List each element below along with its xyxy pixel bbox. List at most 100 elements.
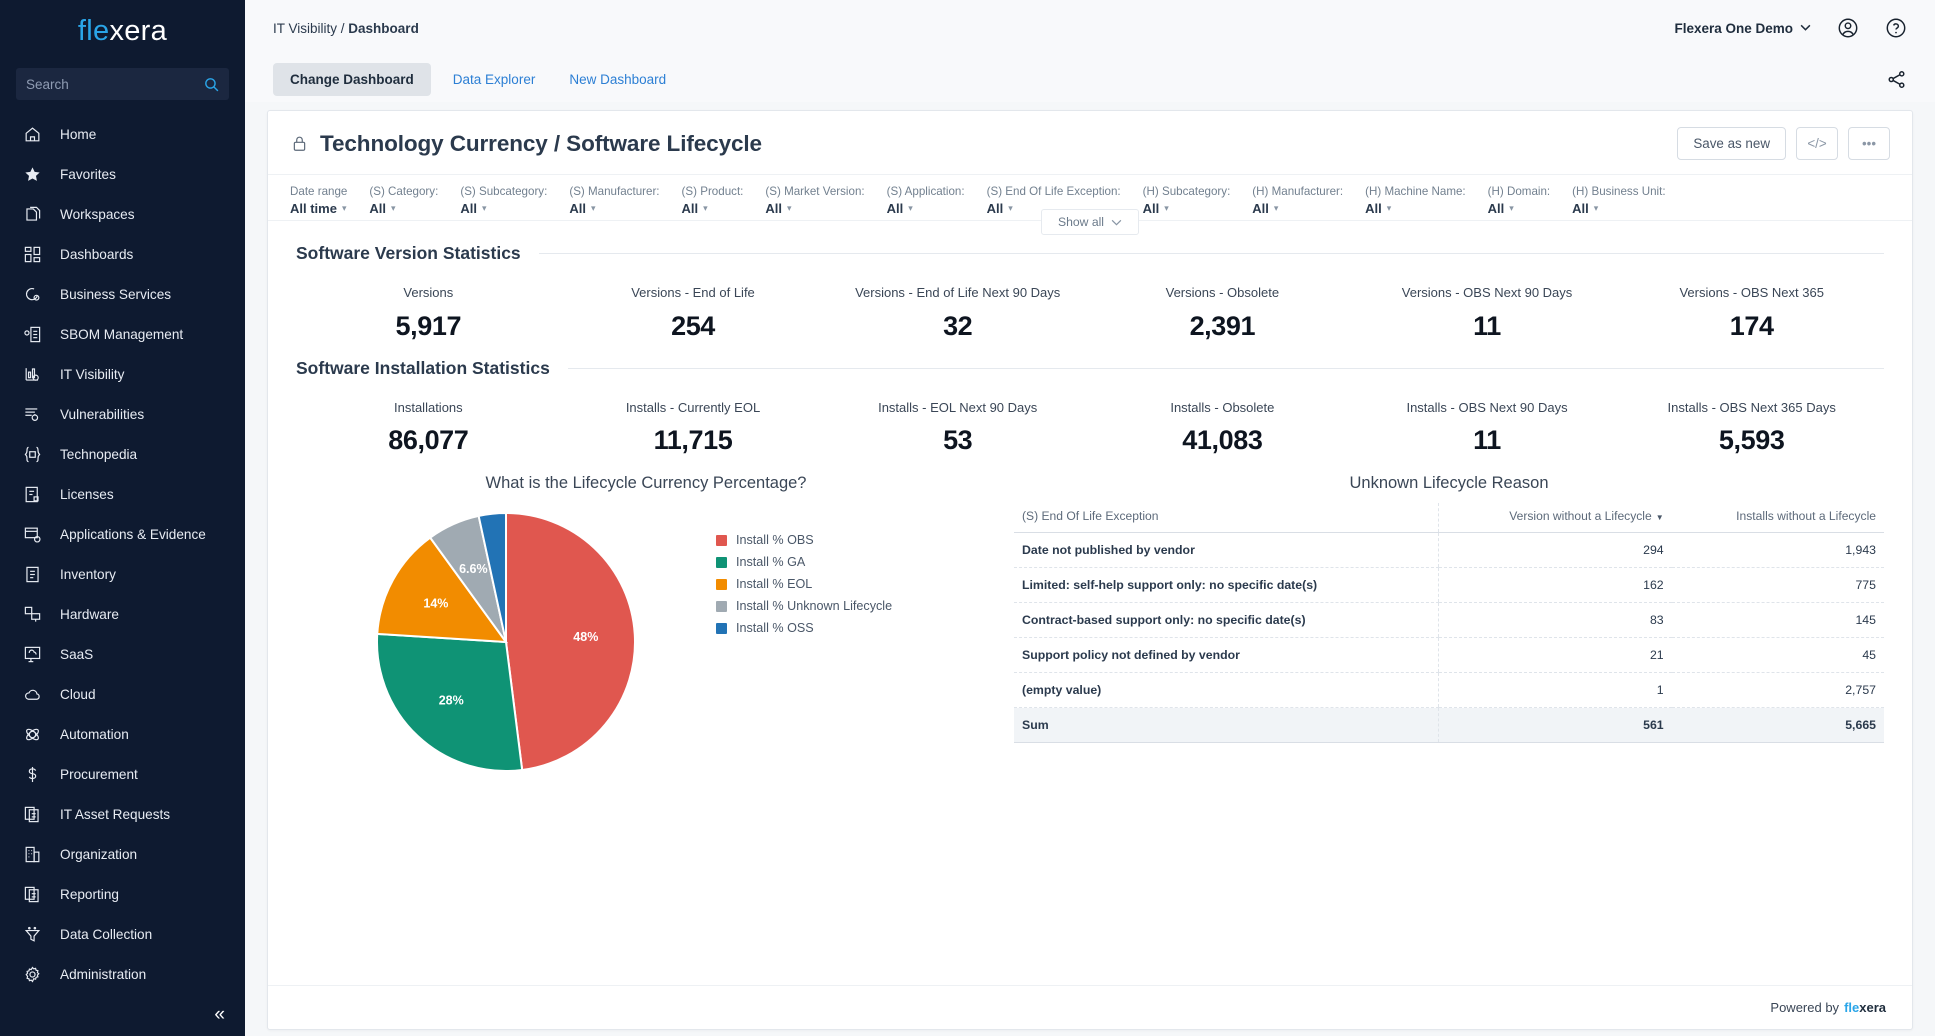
sidebar-item-sbom-management[interactable]: SBOM Management <box>0 314 245 354</box>
stat-value: 11 <box>1361 311 1614 342</box>
technopedia-icon <box>22 444 43 465</box>
stat-card[interactable]: Versions - End of Life Next 90 Days 32 <box>825 284 1090 342</box>
cell-versions-without-lifecycle: 1 <box>1439 673 1672 708</box>
sidebar-item-home[interactable]: Home <box>0 114 245 154</box>
breadcrumb-root[interactable]: IT Visibility <box>273 21 337 36</box>
save-as-new-button[interactable]: Save as new <box>1677 127 1786 160</box>
search-icon[interactable] <box>203 76 220 93</box>
user-account-icon[interactable] <box>1837 17 1859 39</box>
stat-value: 86,077 <box>302 425 555 456</box>
install-stats-row: Installations 86,077 Installs - Currentl… <box>296 399 1884 457</box>
administration-icon <box>22 964 43 985</box>
table-row[interactable]: Date not published by vendor2941,943 <box>1014 533 1884 568</box>
cell-versions-without-lifecycle: 21 <box>1439 638 1672 673</box>
sidebar-item-applications-evidence[interactable]: Applications & Evidence <box>0 514 245 554</box>
sidebar-item-favorites[interactable]: Favorites <box>0 154 245 194</box>
legend-item[interactable]: Install % OSS <box>716 621 892 635</box>
tenant-selector[interactable]: Flexera One Demo <box>1674 21 1811 36</box>
sidebar-item-it-visibility[interactable]: IT Visibility <box>0 354 245 394</box>
table-sum-row[interactable]: Sum5615,665 <box>1014 708 1884 743</box>
stat-value: 5,593 <box>1625 425 1878 456</box>
sidebar-item-workspaces[interactable]: Workspaces <box>0 194 245 234</box>
sidebar-item-label: SaaS <box>60 647 93 662</box>
stat-card[interactable]: Versions 5,917 <box>296 284 561 342</box>
pie-slice-label: 14% <box>423 597 448 611</box>
table-row[interactable]: Support policy not defined by vendor2145 <box>1014 638 1884 673</box>
pie-slice[interactable] <box>506 513 635 770</box>
pie-chart-widget: What is the Lifecycle Currency Percentag… <box>296 474 996 773</box>
sidebar-item-cloud[interactable]: Cloud <box>0 674 245 714</box>
stat-card[interactable]: Installs - OBS Next 90 Days 11 <box>1355 399 1620 457</box>
stat-card[interactable]: Versions - OBS Next 90 Days 11 <box>1355 284 1620 342</box>
stat-card[interactable]: Versions - OBS Next 365 174 <box>1619 284 1884 342</box>
legend-label: Install % Unknown Lifecycle <box>736 599 892 613</box>
pie-chart[interactable]: 48%28%14%6.6% <box>375 511 637 773</box>
legend-item[interactable]: Install % GA <box>716 555 892 569</box>
stat-card[interactable]: Installations 86,077 <box>296 399 561 457</box>
sidebar-item-inventory[interactable]: Inventory <box>0 554 245 594</box>
sidebar-item-dashboards[interactable]: Dashboards <box>0 234 245 274</box>
filter-label: (H) Manufacturer: <box>1252 185 1343 198</box>
sidebar-item-it-asset-requests[interactable]: IT Asset Requests <box>0 794 245 834</box>
show-all-button[interactable]: Show all <box>1041 209 1139 235</box>
sidebar-item-administration[interactable]: Administration <box>0 954 245 994</box>
sidebar-collapse-button[interactable]: « <box>214 1005 225 1024</box>
stat-card[interactable]: Installs - Obsolete 41,083 <box>1090 399 1355 457</box>
stat-card[interactable]: Installs - EOL Next 90 Days 53 <box>825 399 1090 457</box>
sidebar-item-reporting[interactable]: Reporting <box>0 874 245 914</box>
show-all-wrapper: Show all <box>268 209 1912 235</box>
column-header-installs[interactable]: Installs without a Lifecycle <box>1672 503 1884 533</box>
sidebar-item-data-collection[interactable]: Data Collection <box>0 914 245 954</box>
tab-change-dashboard[interactable]: Change Dashboard <box>273 63 431 96</box>
tenant-name: Flexera One Demo <box>1674 21 1793 36</box>
automation-icon <box>22 724 43 745</box>
sidebar-item-vulnerabilities[interactable]: Vulnerabilities <box>0 394 245 434</box>
tab-new-dashboard[interactable]: New Dashboard <box>557 63 678 96</box>
table-row[interactable]: Limited: self-help support only: no spec… <box>1014 568 1884 603</box>
chart-title: What is the Lifecycle Currency Percentag… <box>296 474 996 493</box>
column-header-reason[interactable]: (S) End Of Life Exception <box>1014 503 1439 533</box>
more-options-icon[interactable]: ••• <box>1848 127 1890 160</box>
stat-card[interactable]: Versions - End of Life 254 <box>561 284 826 342</box>
legend-swatch <box>716 557 727 568</box>
flexera-logo[interactable]: flexera <box>0 0 245 62</box>
sidebar-item-label: Data Collection <box>60 927 152 942</box>
legend-item[interactable]: Install % EOL <box>716 577 892 591</box>
sidebar-item-label: IT Visibility <box>60 367 124 382</box>
sidebar-item-hardware[interactable]: Hardware <box>0 594 245 634</box>
share-icon[interactable] <box>1886 69 1907 90</box>
embed-code-icon[interactable]: </> <box>1796 127 1838 160</box>
dashboard-card: Technology Currency / Software Lifecycle… <box>267 110 1913 1030</box>
table-row[interactable]: (empty value)12,757 <box>1014 673 1884 708</box>
table-row[interactable]: Contract-based support only: no specific… <box>1014 603 1884 638</box>
sidebar: flexera Home Favorites Workspaces <box>0 0 245 1036</box>
legend-item[interactable]: Install % Unknown Lifecycle <box>716 599 892 613</box>
sidebar-item-organization[interactable]: Organization <box>0 834 245 874</box>
filter-label: (S) Category: <box>369 185 438 198</box>
sidebar-item-licenses[interactable]: Licenses <box>0 474 245 514</box>
filter-label: (H) Domain: <box>1488 185 1551 198</box>
stat-card[interactable]: Versions - Obsolete 2,391 <box>1090 284 1355 342</box>
legend-swatch <box>716 535 727 546</box>
cell-versions-without-lifecycle: 561 <box>1439 708 1672 743</box>
stat-card[interactable]: Installs - OBS Next 365 Days 5,593 <box>1619 399 1884 457</box>
sidebar-item-business-services[interactable]: Business Services <box>0 274 245 314</box>
tab-data-explorer[interactable]: Data Explorer <box>441 63 548 96</box>
sidebar-item-procurement[interactable]: Procurement <box>0 754 245 794</box>
business-services-icon <box>22 284 43 305</box>
search-input[interactable] <box>26 77 203 92</box>
stat-label: Installations <box>302 399 555 417</box>
column-header-versions[interactable]: Version without a Lifecycle▼ <box>1439 503 1672 533</box>
sidebar-item-automation[interactable]: Automation <box>0 714 245 754</box>
help-icon[interactable] <box>1885 17 1907 39</box>
sidebar-search[interactable] <box>16 68 229 100</box>
footer-logo-era: era <box>1866 1000 1886 1015</box>
sidebar-item-technopedia[interactable]: Technopedia <box>0 434 245 474</box>
stat-card[interactable]: Installs - Currently EOL 11,715 <box>561 399 826 457</box>
sidebar-item-label: SBOM Management <box>60 327 183 342</box>
stat-label: Versions - End of Life <box>567 284 820 302</box>
sidebar-item-saas[interactable]: SaaS <box>0 634 245 674</box>
chart-legend: Install % OBS Install % GA Install % EOL In… <box>716 503 892 635</box>
pie-area: 48%28%14%6.6% Install % OBSInstall % GAI… <box>296 503 996 773</box>
legend-item[interactable]: Install % OBS <box>716 533 892 547</box>
